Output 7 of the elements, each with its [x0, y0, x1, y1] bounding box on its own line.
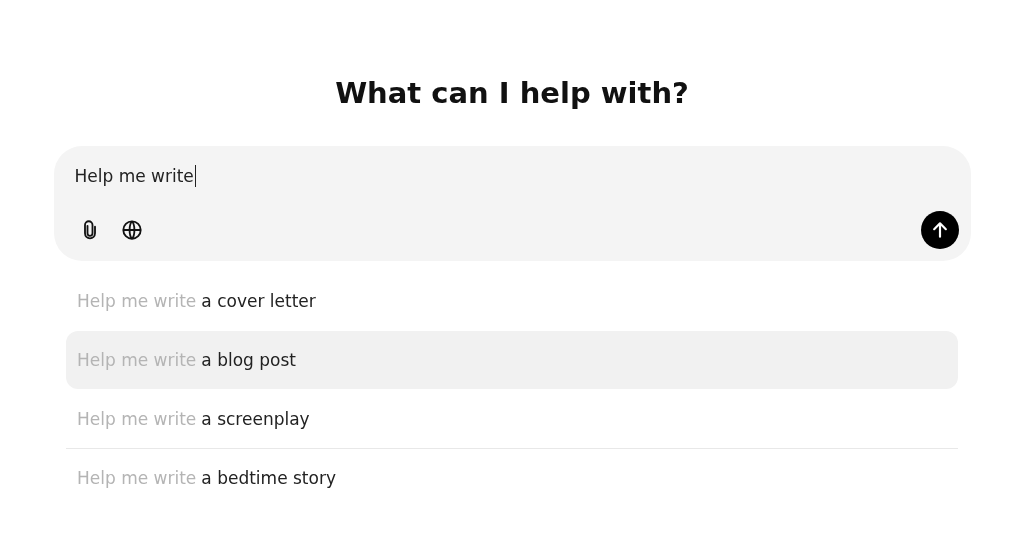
- page-heading: What can I help with?: [335, 75, 689, 112]
- suggestion-item[interactable]: Help me write a bedtime story: [66, 449, 958, 507]
- suggestion-item[interactable]: Help me write a cover letter: [66, 272, 958, 330]
- input-field[interactable]: Help me write: [74, 164, 196, 188]
- send-button[interactable]: [920, 211, 959, 249]
- suggestion-item[interactable]: Help me write a screenplay: [66, 390, 958, 448]
- suggestion-item[interactable]: Help me write a blog post: [66, 331, 958, 389]
